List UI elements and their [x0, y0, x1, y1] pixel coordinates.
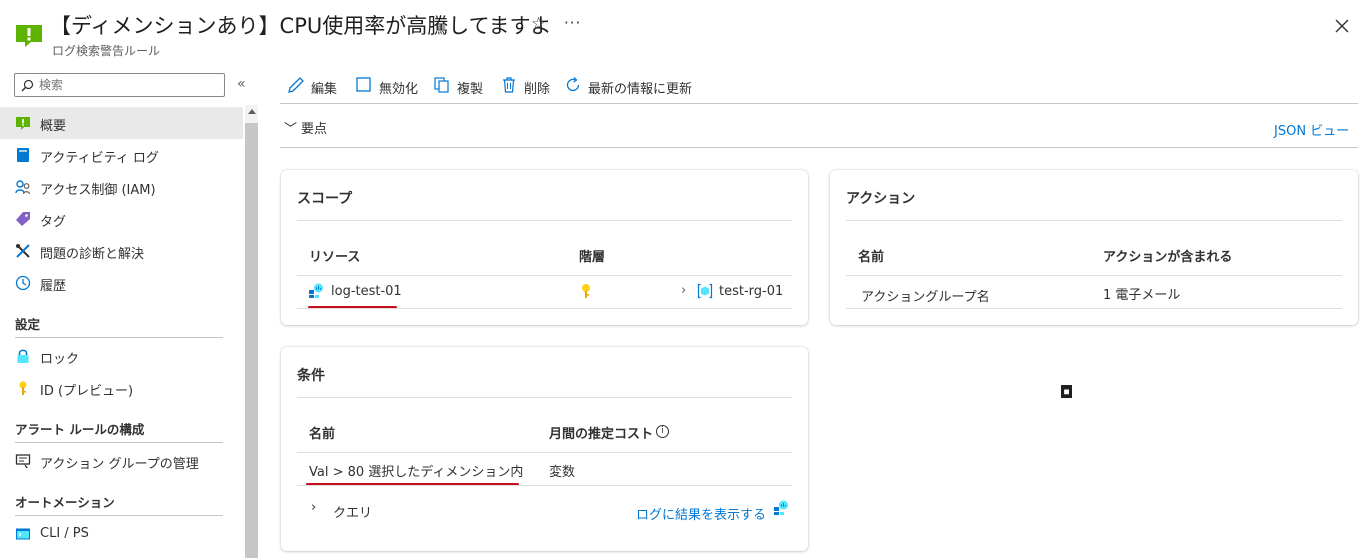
trash-icon — [503, 77, 515, 93]
row-divider — [846, 308, 1342, 309]
section-divider — [15, 337, 223, 338]
cursor-indicator: ■ — [1061, 385, 1072, 398]
sidebar-item-iam[interactable]: アクセス制御 (IAM) — [0, 171, 243, 203]
search-input[interactable] — [39, 76, 219, 94]
info-icon[interactable]: i — [656, 425, 669, 438]
scroll-up-arrow-icon[interactable] — [248, 109, 256, 114]
page-title: 【ディメンションあり】CPU使用率が高騰してますよ — [50, 14, 552, 38]
column-header-name: 名前 — [858, 250, 885, 265]
alert-rule-icon — [16, 25, 42, 47]
favorite-star-icon[interactable]: ☆ — [531, 14, 546, 34]
action-card: アクション 名前 アクションが含まれる アクショングループ名 1 電子メール — [830, 170, 1358, 325]
key-icon — [19, 381, 27, 395]
resource-name[interactable]: log-test-01 — [331, 284, 402, 299]
show-results-in-logs-link[interactable]: ログに結果を表示する — [636, 504, 766, 523]
condition-cost-value: 変数 — [549, 465, 576, 480]
log-analytics-icon — [309, 283, 323, 298]
section-header-alert-rule-config: アラート ルールの構成 — [15, 422, 145, 437]
sidebar-item-tags[interactable]: タグ — [0, 203, 243, 235]
scope-card-title: スコープ — [297, 191, 353, 207]
blade-header: 【ディメンションあり】CPU使用率が高騰してますよ ログ検索警告ルール ☆ ··… — [0, 0, 1366, 64]
condition-card: 条件 名前 月間の推定コスト i Val > 80 選択したディメンション内 変… — [281, 347, 808, 551]
diagnose-icon — [16, 244, 30, 258]
close-icon[interactable] — [1333, 17, 1351, 35]
condition-card-title: 条件 — [297, 368, 325, 384]
chevron-down-icon: ﹀ — [284, 122, 298, 137]
sidebar-item-label: ID (プレビュー) — [40, 384, 134, 399]
command-bar: 編集 無効化 複製 削除 最新の情報に更新 — [280, 70, 1358, 102]
section-header-settings: 設定 — [15, 317, 41, 332]
sidebar-item-label: アクティビティ ログ — [40, 151, 159, 166]
edit-pencil-icon — [288, 77, 304, 93]
log-analytics-icon — [774, 500, 788, 515]
more-options-icon[interactable]: ··· — [564, 14, 581, 32]
action-group-icon — [15, 454, 31, 468]
search-icon — [21, 79, 34, 92]
checkbox-icon — [356, 77, 371, 92]
resource-group-icon — [697, 283, 713, 299]
sidebar-item-identity[interactable]: ID (プレビュー) — [0, 372, 243, 404]
condition-name[interactable]: Val > 80 選択したディメンション内 — [309, 461, 523, 480]
history-icon — [15, 275, 31, 291]
section-divider — [15, 442, 223, 443]
action-group-name: アクショングループ名 — [861, 290, 990, 305]
sidebar-item-history[interactable]: 履歴 — [0, 267, 243, 299]
card-divider — [846, 220, 1342, 221]
column-header-resource: リソース — [309, 250, 361, 265]
lock-icon — [17, 349, 29, 363]
sidebar: « 概要 アクティビティ ログ アクセス制御 (IAM) タグ — [0, 64, 258, 558]
section-divider — [15, 515, 223, 516]
refresh-icon — [566, 77, 580, 92]
sidebar-item-label: CLI / PS — [40, 526, 89, 541]
page-subtitle: ログ検索警告ルール — [52, 44, 161, 58]
scrollbar-thumb[interactable] — [245, 123, 258, 558]
row-divider — [297, 308, 792, 309]
json-view-link[interactable]: JSON ビュー — [1274, 120, 1349, 139]
action-included-value: 1 電子メール — [1103, 288, 1181, 303]
subscription-key-icon — [582, 284, 590, 298]
iam-icon — [15, 180, 31, 195]
table-header-divider — [297, 275, 792, 276]
column-header-monthly-cost: 月間の推定コスト — [549, 427, 654, 442]
sidebar-item-lock[interactable]: ロック — [0, 340, 243, 372]
sidebar-item-label: タグ — [40, 215, 67, 230]
sidebar-item-label: 履歴 — [40, 279, 67, 294]
column-header-name: 名前 — [309, 427, 336, 442]
sidebar-item-label: 問題の診断と解決 — [40, 247, 145, 262]
sidebar-item-cli-ps[interactable]: CLI / PS — [0, 518, 243, 550]
row-divider — [297, 485, 792, 486]
table-header-divider — [846, 275, 1342, 276]
section-header-automation: オートメーション — [15, 495, 115, 510]
sidebar-item-label: ロック — [40, 352, 80, 367]
sidebar-item-label: 概要 — [40, 119, 67, 134]
sidebar-item-overview[interactable]: 概要 — [0, 107, 243, 139]
essentials-divider — [280, 147, 1358, 148]
query-expand-chevron-icon[interactable]: › — [311, 500, 316, 515]
activity-log-icon — [17, 148, 29, 162]
sidebar-item-manage-action-groups[interactable]: アクション グループの管理 — [0, 445, 243, 477]
action-card-title: アクション — [846, 191, 916, 207]
toolbar-divider — [280, 103, 1358, 104]
table-header-divider — [297, 452, 792, 453]
sidebar-item-diagnose[interactable]: 問題の診断と解決 — [0, 235, 243, 267]
card-divider — [297, 397, 792, 398]
sidebar-item-label: アクセス制御 (IAM) — [40, 183, 156, 198]
scope-card: スコープ リソース 階層 log-test-01 › test-rg-01 — [281, 170, 808, 325]
copy-icon — [434, 77, 449, 93]
sidebar-item-label: アクション グループの管理 — [40, 457, 199, 472]
essentials-toggle[interactable]: ﹀ 要点 — [284, 118, 327, 137]
overview-icon — [16, 117, 30, 130]
card-divider — [297, 220, 792, 221]
resource-group-name[interactable]: test-rg-01 — [719, 284, 783, 299]
collapse-sidebar-button[interactable]: « — [237, 76, 246, 92]
query-label[interactable]: クエリ — [333, 502, 372, 521]
column-header-actions-included: アクションが含まれる — [1103, 250, 1233, 265]
sidebar-search[interactable] — [14, 73, 225, 97]
cli-icon — [16, 528, 30, 540]
tag-icon — [16, 212, 30, 226]
chevron-right-icon: › — [681, 283, 687, 298]
sidebar-item-activity-log[interactable]: アクティビティ ログ — [0, 139, 243, 171]
column-header-hierarchy: 階層 — [579, 250, 606, 265]
